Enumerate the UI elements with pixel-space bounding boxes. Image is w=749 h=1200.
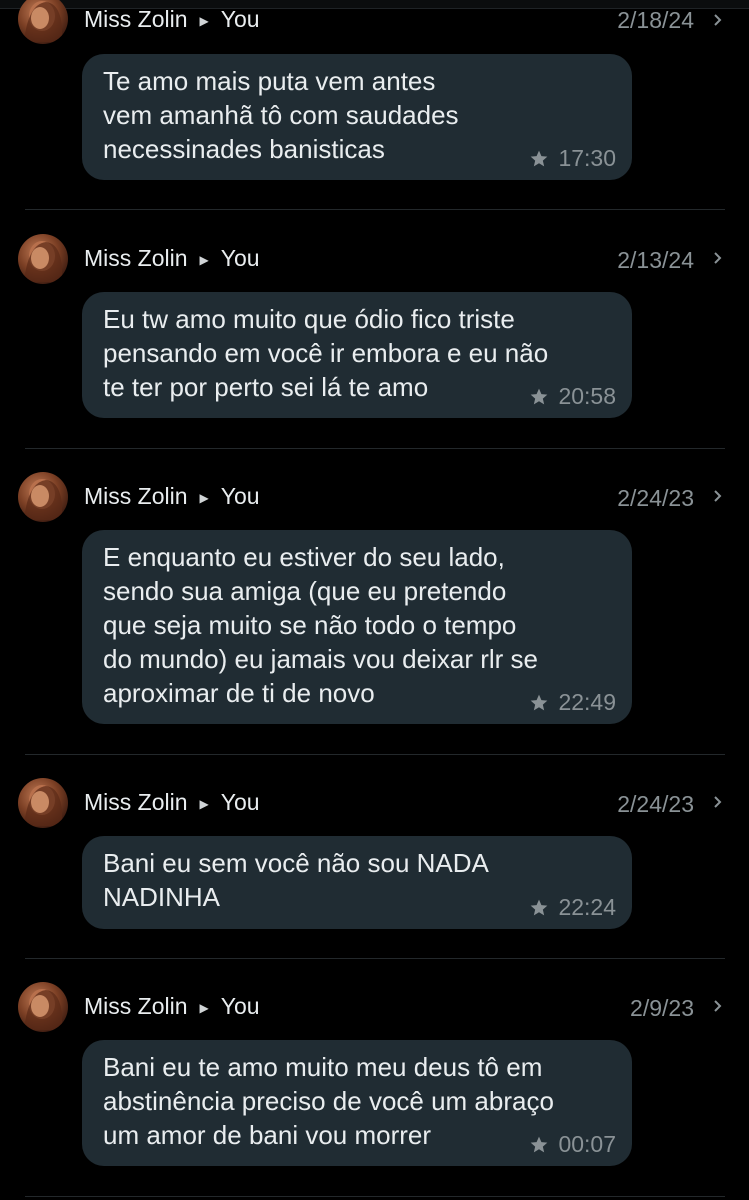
sender-name: Miss Zolin bbox=[84, 483, 188, 509]
message-time: 22:24 bbox=[558, 894, 616, 920]
sender-recipient: Miss Zolin ▶ You bbox=[84, 789, 260, 816]
recipient-name: You bbox=[220, 6, 260, 32]
avatar[interactable] bbox=[18, 0, 68, 44]
sender-recipient: Miss Zolin ▶ You bbox=[84, 245, 260, 272]
recipient-name: You bbox=[220, 245, 260, 271]
message-bubble[interactable]: E enquanto eu estiver do seu lado, sendo… bbox=[82, 530, 632, 724]
star-icon bbox=[529, 898, 549, 918]
sender-recipient: Miss Zolin ▶ You bbox=[84, 6, 260, 33]
star-icon bbox=[529, 149, 549, 169]
star-icon bbox=[529, 693, 549, 713]
star-icon bbox=[529, 387, 549, 407]
message-time: 22:49 bbox=[558, 689, 616, 715]
chevron-right-icon[interactable] bbox=[711, 996, 725, 1016]
message-date: 2/24/23 bbox=[617, 485, 694, 511]
arrow-right-icon: ▶ bbox=[199, 796, 209, 811]
sender-name: Miss Zolin bbox=[84, 789, 188, 815]
message-meta: 20:58 bbox=[529, 383, 616, 410]
message-date: 2/13/24 bbox=[617, 247, 694, 273]
contact-photo bbox=[24, 785, 63, 826]
recipient-name: You bbox=[220, 993, 260, 1019]
arrow-right-icon: ▶ bbox=[199, 1000, 209, 1015]
message-meta: 22:24 bbox=[529, 894, 616, 921]
message-meta: 22:49 bbox=[529, 689, 616, 716]
sender-name: Miss Zolin bbox=[84, 6, 188, 32]
arrow-right-icon: ▶ bbox=[199, 13, 209, 28]
sender-name: Miss Zolin bbox=[84, 993, 188, 1019]
avatar[interactable] bbox=[18, 472, 68, 522]
chevron-right-icon[interactable] bbox=[711, 248, 725, 268]
avatar[interactable] bbox=[18, 982, 68, 1032]
sender-recipient: Miss Zolin ▶ You bbox=[84, 483, 260, 510]
recipient-name: You bbox=[220, 483, 260, 509]
message-date: 2/9/23 bbox=[630, 995, 694, 1021]
chevron-right-icon[interactable] bbox=[711, 10, 725, 30]
message-date: 2/18/24 bbox=[617, 7, 694, 33]
divider bbox=[25, 209, 725, 210]
sender-recipient: Miss Zolin ▶ You bbox=[84, 993, 260, 1020]
contact-photo bbox=[24, 989, 63, 1030]
message-text: E enquanto eu estiver do seu lado, sendo… bbox=[103, 542, 538, 708]
divider bbox=[25, 754, 725, 755]
message-time: 17:30 bbox=[558, 145, 616, 171]
message-bubble[interactable]: Bani eu sem você não sou NADA NADINHA 22… bbox=[82, 836, 632, 929]
contact-photo bbox=[24, 1, 63, 42]
avatar[interactable] bbox=[18, 778, 68, 828]
sender-name: Miss Zolin bbox=[84, 245, 188, 271]
message-time: 00:07 bbox=[558, 1131, 616, 1157]
contact-photo bbox=[24, 479, 63, 520]
avatar[interactable] bbox=[18, 234, 68, 284]
message-time: 20:58 bbox=[558, 383, 616, 409]
contact-photo bbox=[24, 241, 63, 282]
chevron-right-icon[interactable] bbox=[711, 792, 725, 812]
message-bubble[interactable]: Te amo mais puta vem antes vem amanhã tô… bbox=[82, 54, 632, 180]
message-bubble[interactable]: Bani eu te amo muito meu deus tô em abst… bbox=[82, 1040, 632, 1166]
divider bbox=[25, 958, 725, 959]
message-bubble[interactable]: Eu tw amo muito que ódio fico triste pen… bbox=[82, 292, 632, 418]
message-meta: 00:07 bbox=[529, 1131, 616, 1158]
chevron-right-icon[interactable] bbox=[711, 486, 725, 506]
divider bbox=[25, 1196, 725, 1197]
message-meta: 17:30 bbox=[529, 145, 616, 172]
arrow-right-icon: ▶ bbox=[199, 252, 209, 267]
recipient-name: You bbox=[220, 789, 260, 815]
star-icon bbox=[529, 1135, 549, 1155]
arrow-right-icon: ▶ bbox=[199, 490, 209, 505]
message-date: 2/24/23 bbox=[617, 791, 694, 817]
divider bbox=[25, 448, 725, 449]
